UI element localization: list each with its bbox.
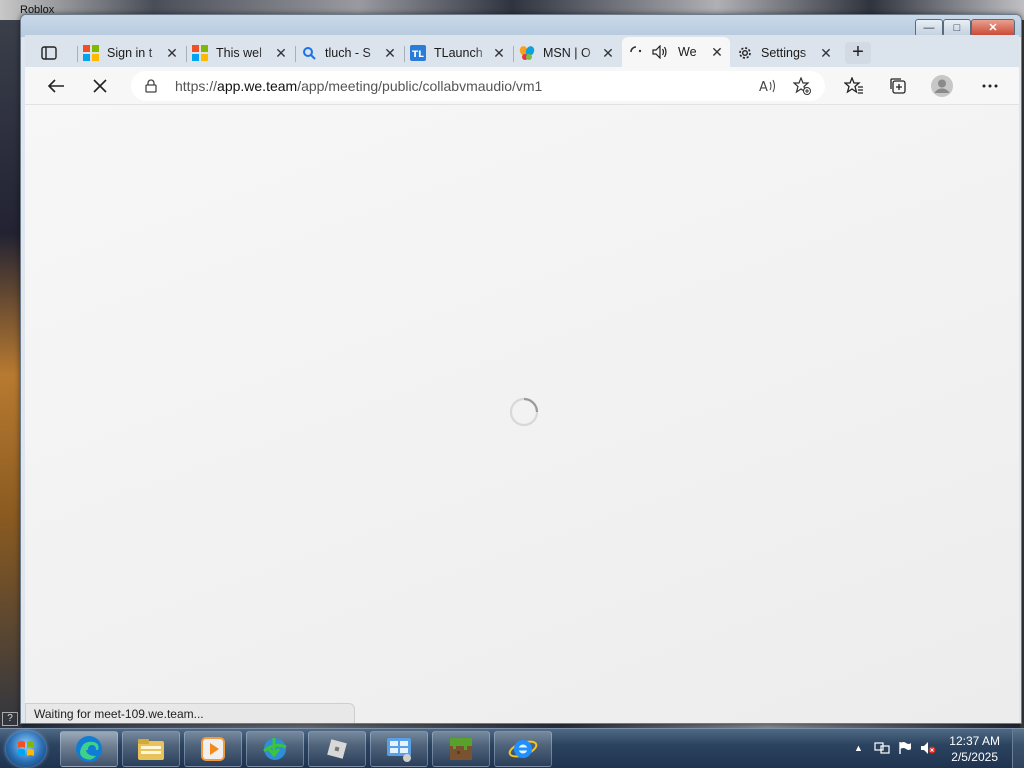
microsoft-logo-icon	[83, 45, 99, 61]
more-options-icon[interactable]	[975, 72, 1005, 100]
tab-search[interactable]: tluch - S ✕	[295, 39, 403, 67]
tab-separator	[186, 46, 187, 62]
tab-tlauncher[interactable]: TL TLaunch ✕	[404, 39, 512, 67]
add-favorite-icon[interactable]	[791, 76, 813, 96]
svg-text:TL: TL	[412, 50, 424, 60]
page-content: Waiting for meet-109.we.team...	[25, 105, 1019, 723]
tlauncher-icon: TL	[410, 45, 426, 61]
tab-actions-icon[interactable]	[35, 41, 63, 65]
svg-text:A: A	[759, 80, 768, 94]
show-desktop-button[interactable]	[1012, 729, 1024, 768]
microsoft-logo-icon	[192, 45, 208, 61]
back-button[interactable]	[41, 72, 71, 100]
tab-separator	[77, 46, 78, 62]
lock-icon[interactable]	[145, 79, 159, 93]
control-panel-taskbar-icon[interactable]	[370, 731, 428, 767]
close-tab-icon[interactable]: ✕	[601, 45, 615, 62]
address-bar[interactable]: https://app.we.team/app/meeting/public/c…	[131, 71, 825, 101]
clock-time: 12:37 AM	[949, 734, 1000, 748]
address-url[interactable]: https://app.we.team/app/meeting/public/c…	[175, 78, 542, 94]
tab-title: tluch - S	[325, 46, 371, 60]
stop-loading-button[interactable]	[85, 72, 115, 100]
profile-avatar[interactable]	[927, 72, 957, 100]
browser-window: — □ ✕ Sign in t ✕ This wel ✕ tluch - S ✕…	[20, 14, 1022, 724]
tab-separator	[513, 46, 514, 62]
tab-title: Sign in t	[107, 46, 153, 60]
minecraft-taskbar-icon[interactable]	[432, 731, 490, 767]
system-clock[interactable]: 12:37 AM 2/5/2025	[949, 733, 1000, 765]
roblox-taskbar-icon[interactable]	[308, 731, 366, 767]
url-host: app.we.team	[217, 78, 298, 94]
internet-explorer-taskbar-icon[interactable]	[494, 731, 552, 767]
tab-welcome[interactable]: This wel ✕	[186, 39, 294, 67]
close-tab-icon[interactable]: ✕	[383, 45, 397, 62]
taskbar: ▲ 12:37 AM 2/5/2025	[0, 728, 1024, 768]
edge-taskbar-icon[interactable]	[60, 731, 118, 767]
search-icon	[301, 45, 317, 61]
start-button[interactable]	[6, 731, 46, 767]
tab-title: This wel	[216, 46, 262, 60]
tab-we-team[interactable]: We ✕	[622, 37, 730, 67]
close-tab-icon[interactable]: ✕	[165, 45, 179, 62]
close-tab-icon[interactable]: ✕	[710, 44, 724, 61]
tab-separator	[295, 46, 296, 62]
help-icon: ?	[2, 712, 18, 726]
action-center-flag-icon[interactable]	[898, 741, 912, 758]
volume-muted-icon[interactable]	[920, 741, 936, 758]
gear-icon	[737, 45, 753, 61]
tab-sign-in[interactable]: Sign in t ✕	[77, 39, 185, 67]
close-tab-icon[interactable]: ✕	[274, 45, 288, 62]
browser-toolbar: https://app.we.team/app/meeting/public/c…	[25, 67, 1019, 105]
network-icon[interactable]	[874, 741, 890, 758]
close-tab-icon[interactable]: ✕	[492, 45, 506, 62]
show-hidden-icons-icon[interactable]: ▲	[854, 743, 863, 753]
tab-title: MSN | O	[543, 46, 591, 60]
tab-msn[interactable]: MSN | O ✕	[513, 39, 621, 67]
read-aloud-icon[interactable]: A	[757, 76, 779, 96]
close-tab-icon[interactable]: ✕	[819, 45, 833, 62]
msn-butterfly-icon	[519, 45, 535, 61]
tab-title: We	[678, 45, 697, 59]
file-explorer-taskbar-icon[interactable]	[122, 731, 180, 767]
idm-taskbar-icon[interactable]	[246, 731, 304, 767]
favorites-icon[interactable]	[839, 72, 869, 100]
tab-settings[interactable]: Settings ✕	[731, 39, 839, 67]
url-path: /app/meeting/public/collabvmaudio/vm1	[297, 78, 543, 94]
window-frame	[21, 15, 1021, 37]
loading-spinner-icon	[508, 396, 540, 428]
system-tray: ▲ 12:37 AM 2/5/2025	[834, 729, 1024, 768]
tab-title: Settings	[761, 46, 807, 60]
status-bar: Waiting for meet-109.we.team...	[25, 703, 355, 723]
new-tab-button[interactable]: +	[845, 42, 871, 64]
speaker-icon[interactable]	[652, 44, 668, 60]
url-scheme: https://	[175, 78, 218, 94]
tab-separator	[404, 46, 405, 62]
desktop-background-left	[0, 20, 22, 730]
tab-strip: Sign in t ✕ This wel ✕ tluch - S ✕ TL TL…	[25, 35, 1019, 67]
media-player-taskbar-icon[interactable]	[184, 731, 242, 767]
collections-icon[interactable]	[883, 72, 913, 100]
clock-date: 2/5/2025	[951, 750, 998, 764]
loading-icon	[628, 44, 644, 60]
tab-title: TLaunch	[434, 46, 483, 60]
